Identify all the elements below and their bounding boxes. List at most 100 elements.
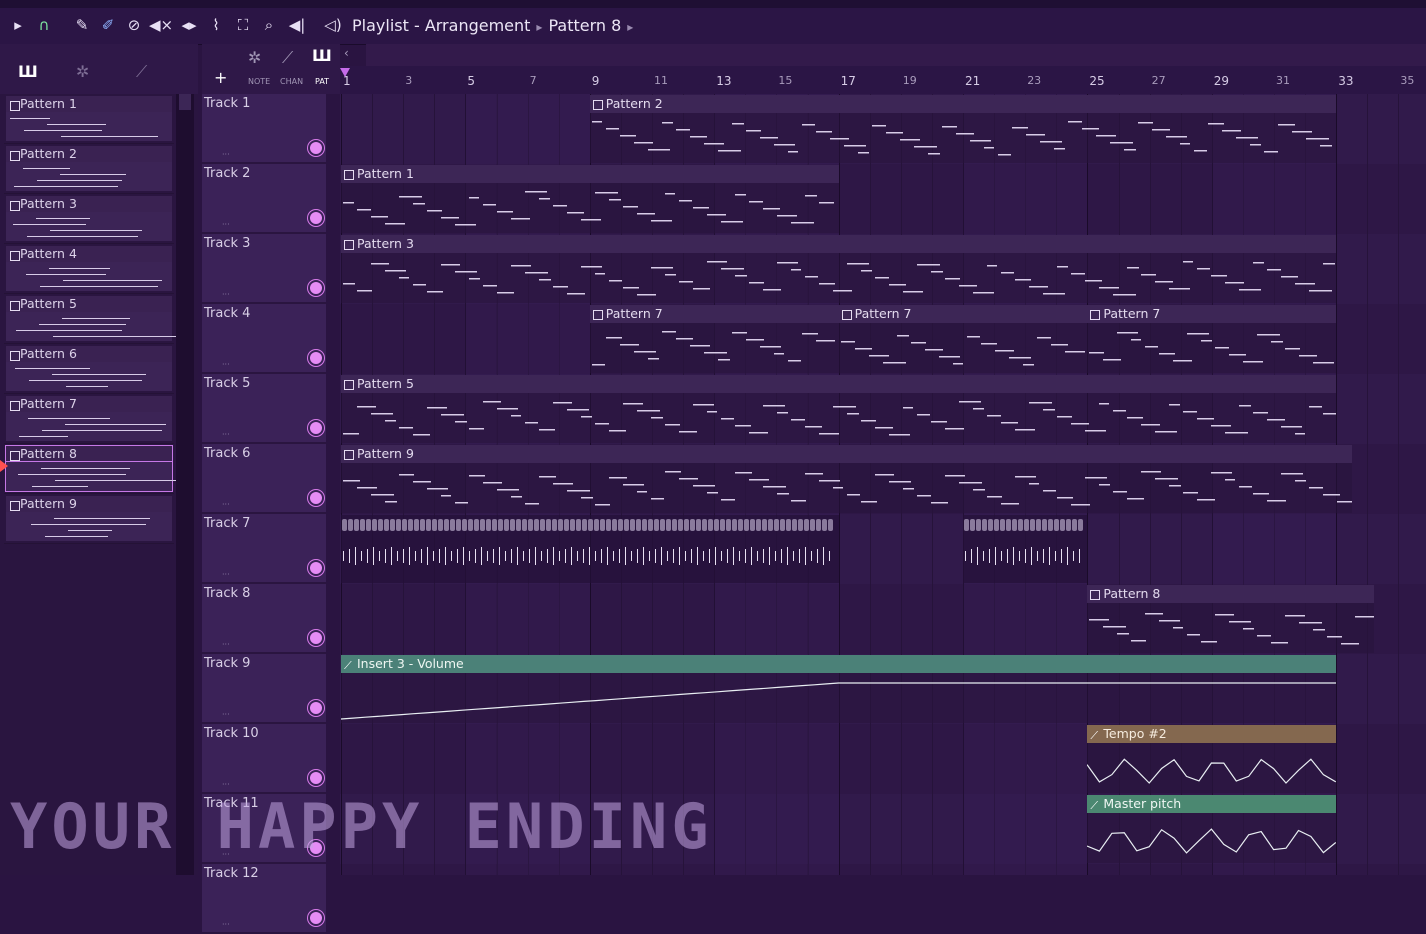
- clip-header[interactable]: Pattern 7: [589, 305, 839, 323]
- preview-note: [50, 230, 142, 231]
- audio-icon[interactable]: ✲: [76, 62, 89, 81]
- track-enable-icon[interactable]: [310, 702, 322, 714]
- clip-header[interactable]: Pattern 1: [341, 165, 839, 183]
- playback-icon[interactable]: ◀|: [286, 14, 308, 36]
- piano-icon[interactable]: Ш: [18, 62, 38, 81]
- play-arrow-icon[interactable]: ▸: [10, 14, 26, 36]
- pattern-clip[interactable]: Pattern 7: [1087, 305, 1337, 373]
- track-grip-icon[interactable]: ···: [222, 150, 230, 159]
- pattern-list-item[interactable]: Pattern 7: [4, 394, 174, 444]
- pattern-list-item[interactable]: Pattern 1: [4, 94, 174, 144]
- track-grip-icon[interactable]: ···: [222, 780, 230, 789]
- speaker-icon[interactable]: ◁): [322, 14, 344, 36]
- automation-clip[interactable]: ⟋ Insert 3 - Volume: [341, 655, 1337, 723]
- track-enable-icon[interactable]: [310, 492, 322, 504]
- pattern-list-item[interactable]: Pattern 8: [0, 444, 182, 494]
- track-header[interactable]: Track 6 ···: [202, 444, 326, 514]
- magnet-icon[interactable]: ∩: [32, 14, 56, 36]
- clip-header[interactable]: ⟋ Tempo #2: [1087, 725, 1337, 743]
- track-enable-icon[interactable]: [310, 352, 322, 364]
- pat-icon[interactable]: Ш: [312, 46, 332, 65]
- track-grip-icon[interactable]: ···: [222, 920, 230, 929]
- pattern-clip[interactable]: Pattern 3: [341, 235, 1337, 303]
- pattern-list-item[interactable]: Pattern 5: [4, 294, 178, 344]
- track-enable-icon[interactable]: [310, 142, 322, 154]
- picker-scrollbar[interactable]: [176, 94, 194, 875]
- clip-header[interactable]: Pattern 9: [341, 445, 1352, 463]
- track-header[interactable]: Track 2 ···: [202, 164, 326, 234]
- clip-header[interactable]: Pattern 7: [838, 305, 1088, 323]
- track-header[interactable]: Track 7 ···: [202, 514, 326, 584]
- automation-icon[interactable]: ⟋: [136, 62, 147, 82]
- audio-clip[interactable]: [963, 515, 1088, 583]
- audio-block: [696, 519, 701, 531]
- track-grip-icon[interactable]: ···: [222, 500, 230, 509]
- clip-header[interactable]: ⟋ Insert 3 - Volume: [341, 655, 1337, 673]
- breadcrumb-pattern[interactable]: Pattern 8: [548, 16, 621, 35]
- pattern-clip[interactable]: Pattern 8: [1087, 585, 1374, 653]
- pattern-clip[interactable]: Pattern 7: [838, 305, 1088, 373]
- track-header[interactable]: Track 9 ···: [202, 654, 326, 724]
- scrollbar-thumb[interactable]: [179, 94, 191, 110]
- mute-icon[interactable]: ◀×: [149, 14, 173, 36]
- track-enable-icon[interactable]: [310, 912, 322, 924]
- waveform-line: [571, 547, 572, 565]
- timeline-ruler[interactable]: 1 3 5 7 9 11 13 15 17 19 21 23 25 27 29 31 33 35: [340, 66, 1426, 94]
- track-enable-icon[interactable]: [310, 632, 322, 644]
- note-icon[interactable]: ✲: [248, 48, 261, 67]
- add-track-button[interactable]: +: [214, 68, 227, 87]
- playlist-grid[interactable]: ‹ 1 3 5 7 9 11 13 15 17 19 21 23 25 27 29 31 33 35 Patter…: [340, 44, 1426, 875]
- clip-header[interactable]: Pattern 2: [589, 95, 1337, 113]
- pattern-clip[interactable]: Pattern 2: [589, 95, 1337, 163]
- chan-icon[interactable]: ⟋: [282, 48, 293, 68]
- track-grip-icon[interactable]: ···: [222, 430, 230, 439]
- playhead-marker-icon[interactable]: [340, 68, 350, 77]
- track-header[interactable]: Track 8 ···: [202, 584, 326, 654]
- track-grip-icon[interactable]: ···: [222, 640, 230, 649]
- track-lanes[interactable]: Pattern 2 Pattern 1 Pattern 3 Pattern 7 Patt…: [340, 94, 1426, 875]
- track-header[interactable]: Track 10 ···: [202, 724, 326, 794]
- audio-clip[interactable]: [341, 515, 839, 583]
- track-grip-icon[interactable]: ···: [222, 570, 230, 579]
- paint-icon[interactable]: ✐: [98, 14, 118, 36]
- breadcrumb-arrow-icon[interactable]: ▸: [627, 20, 633, 34]
- clip-header[interactable]: Pattern 8: [1087, 585, 1374, 603]
- pattern-list-item[interactable]: Pattern 2: [4, 144, 174, 194]
- track-grip-icon[interactable]: ···: [222, 220, 230, 229]
- track-enable-icon[interactable]: [310, 562, 322, 574]
- select-icon[interactable]: ⛶: [232, 14, 254, 36]
- track-enable-icon[interactable]: [310, 422, 322, 434]
- pattern-clip[interactable]: Pattern 7: [589, 305, 839, 373]
- track-enable-icon[interactable]: [310, 282, 322, 294]
- track-enable-icon[interactable]: [310, 772, 322, 784]
- slip-icon[interactable]: ◂▸: [178, 14, 200, 36]
- slice-icon[interactable]: ⌇: [205, 14, 227, 36]
- track-header[interactable]: Track 4 ···: [202, 304, 326, 374]
- track-grip-icon[interactable]: ···: [222, 710, 230, 719]
- clip-header[interactable]: Pattern 3: [341, 235, 1337, 253]
- clip-header[interactable]: ⟋ Master pitch: [1087, 795, 1337, 813]
- pattern-clip[interactable]: Pattern 5: [341, 375, 1337, 443]
- track-header[interactable]: Track 1 ···: [202, 94, 326, 164]
- track-header[interactable]: Track 5 ···: [202, 374, 326, 444]
- track-grip-icon[interactable]: ···: [222, 360, 230, 369]
- pattern-list-item[interactable]: Pattern 9: [4, 494, 174, 544]
- automation-clip[interactable]: ⟋ Master pitch: [1087, 795, 1337, 863]
- clip-note: [973, 292, 994, 294]
- track-grip-icon[interactable]: ···: [222, 290, 230, 299]
- clip-header[interactable]: Pattern 5: [341, 375, 1337, 393]
- zoom-icon[interactable]: ⌕: [258, 14, 280, 36]
- track-enable-icon[interactable]: [310, 212, 322, 224]
- pencil-icon[interactable]: ✎: [72, 14, 92, 36]
- pattern-list-item[interactable]: Pattern 4: [4, 244, 174, 294]
- delete-icon[interactable]: ⊘: [124, 14, 144, 36]
- automation-clip[interactable]: ⟋ Tempo #2: [1087, 725, 1337, 793]
- pattern-clip[interactable]: Pattern 9: [341, 445, 1352, 513]
- overview-scrollbar[interactable]: [366, 44, 1426, 66]
- pattern-clip[interactable]: Pattern 1: [341, 165, 839, 233]
- track-header[interactable]: Track 3 ···: [202, 234, 326, 304]
- pattern-list-item[interactable]: Pattern 3: [4, 194, 174, 244]
- pattern-list-item[interactable]: Pattern 6: [4, 344, 174, 394]
- scroll-left-icon[interactable]: ‹: [344, 46, 349, 60]
- clip-header[interactable]: Pattern 7: [1087, 305, 1337, 323]
